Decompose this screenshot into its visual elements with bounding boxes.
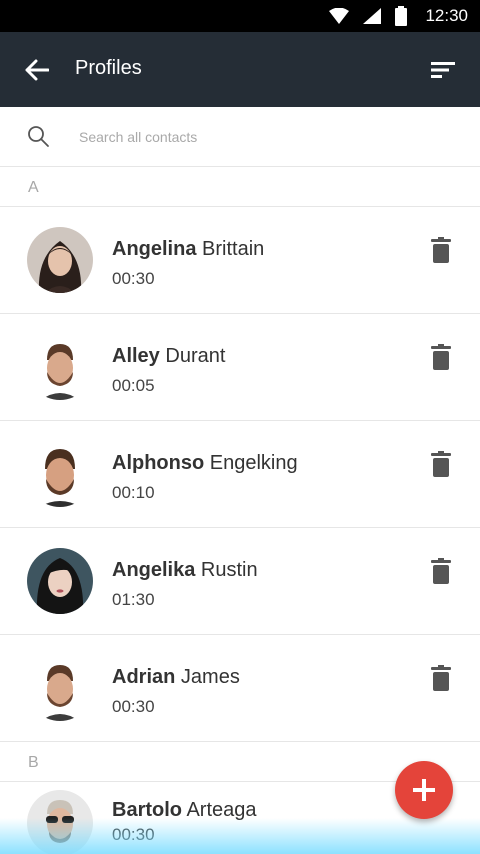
contact-name: Adrian James [112,666,240,689]
trash-icon [431,558,451,584]
page-title: Profiles [75,57,142,79]
contact-duration: 00:05 [112,376,155,395]
contact-first-name: Angelina [112,238,197,260]
trash-icon [431,344,451,370]
contact-name: Angelika Rustin [112,559,258,582]
section-letter: B [28,754,39,771]
contact-row[interactable]: Adrian James 00:30 [0,635,480,742]
avatar [27,441,93,507]
contact-duration: 00:30 [112,825,155,844]
delete-button[interactable] [426,661,456,695]
contact-first-name: Alley [112,345,160,367]
arrow-left-icon [25,59,49,81]
search-input[interactable] [79,125,439,149]
delete-button[interactable] [426,340,456,374]
plus-icon [413,779,435,801]
contact-last-name: James [180,666,240,688]
trash-icon [431,237,451,263]
contact-duration: 01:30 [112,590,155,609]
delete-button[interactable] [426,233,456,267]
section-header-a: A [0,167,480,207]
avatar [27,334,93,400]
contact-last-name: Arteaga [186,799,257,821]
trash-icon [431,451,451,477]
status-time: 12:30 [425,6,468,25]
wifi-icon [329,8,350,24]
trash-icon [431,665,451,691]
contact-duration: 00:30 [112,697,155,716]
contact-row[interactable]: Alley Durant 00:05 [0,314,480,421]
contact-name: Alphonso Engelking [112,452,298,475]
avatar [27,655,93,721]
contact-first-name: Alphonso [112,452,205,474]
contact-duration: 00:30 [112,269,155,288]
section-letter: A [28,179,39,196]
back-button[interactable] [18,52,56,88]
contact-duration: 00:10 [112,483,155,502]
contact-name: Alley Durant [112,345,225,368]
sort-button[interactable] [424,52,462,88]
battery-icon [395,6,408,26]
contact-last-name: Brittain [202,238,265,260]
contact-row[interactable]: Angelika Rustin 01:30 [0,528,480,635]
contact-first-name: Bartolo [112,799,182,821]
sort-icon [431,62,455,78]
contact-first-name: Angelika [112,559,196,581]
contact-last-name: Rustin [200,559,258,581]
avatar [27,790,93,854]
add-contact-button[interactable] [395,761,453,819]
contact-first-name: Adrian [112,666,176,688]
contact-name: Bartolo Arteaga [112,799,257,822]
contact-row[interactable]: Alphonso Engelking 00:10 [0,421,480,528]
search-bar [0,107,480,167]
app-bar: Profiles [0,32,480,107]
status-bar: 12:30 [0,0,480,32]
avatar [27,548,93,614]
search-icon [28,126,49,147]
contact-row[interactable]: Angelina Brittain 00:30 [0,207,480,314]
contact-last-name: Engelking [209,452,298,474]
signal-icon [363,8,382,24]
contact-last-name: Durant [165,345,226,367]
avatar [27,227,93,293]
delete-button[interactable] [426,554,456,588]
contact-name: Angelina Brittain [112,238,264,261]
delete-button[interactable] [426,447,456,481]
